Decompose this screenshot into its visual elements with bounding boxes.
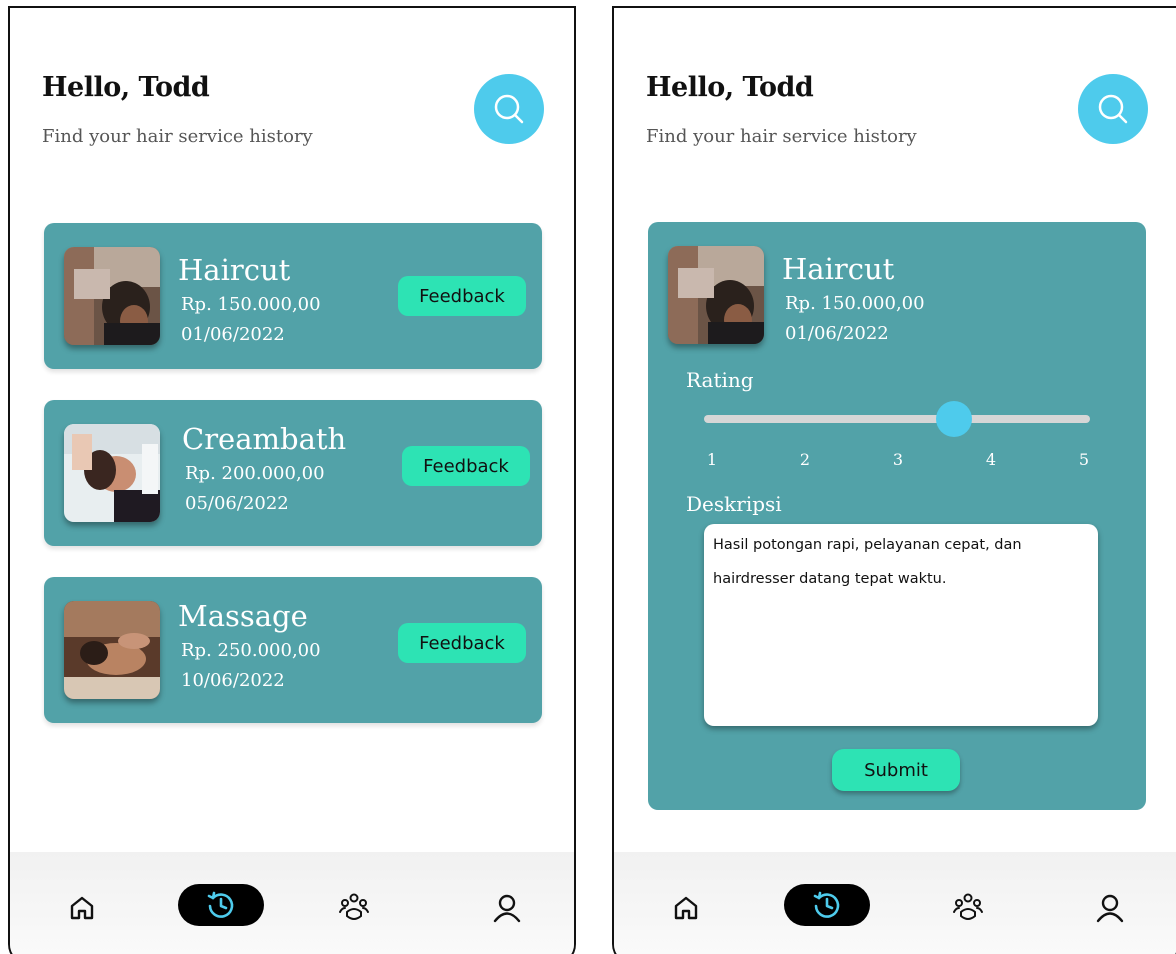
service-price: Rp. 150.000,00 bbox=[785, 293, 925, 314]
nav-home[interactable] bbox=[666, 888, 706, 928]
page-subtitle: Find your hair service history bbox=[42, 126, 313, 147]
description-textarea[interactable]: Hasil potongan rapi, pelayanan cepat, da… bbox=[704, 524, 1098, 726]
service-price: Rp. 150.000,00 bbox=[181, 294, 321, 315]
nav-community[interactable] bbox=[334, 888, 374, 928]
page-subtitle: Find your hair service history bbox=[646, 126, 917, 147]
rating-tick: 3 bbox=[892, 450, 904, 469]
history-icon bbox=[207, 891, 234, 918]
service-title: Haircut bbox=[782, 252, 895, 286]
service-card-massage: Massage Rp. 250.000,00 10/06/2022 Feedba… bbox=[44, 577, 542, 723]
greeting-heading: Hello, Todd bbox=[646, 72, 814, 103]
history-icon bbox=[813, 891, 840, 918]
feedback-screen: Hello, Todd Find your hair service histo… bbox=[612, 6, 1176, 954]
description-label: Deskripsi bbox=[686, 492, 782, 516]
feedback-button[interactable]: Feedback bbox=[398, 276, 526, 316]
service-date: 01/06/2022 bbox=[181, 324, 285, 345]
submit-button[interactable]: Submit bbox=[832, 749, 960, 791]
community-icon bbox=[339, 893, 369, 920]
rating-tick: 5 bbox=[1078, 450, 1090, 469]
service-title: Creambath bbox=[182, 422, 347, 456]
greeting-heading: Hello, Todd bbox=[42, 72, 210, 103]
service-title: Massage bbox=[178, 599, 308, 633]
service-price: Rp. 200.000,00 bbox=[185, 463, 325, 484]
nav-history[interactable] bbox=[178, 884, 264, 926]
service-title: Haircut bbox=[178, 253, 291, 287]
rating-label: Rating bbox=[686, 368, 754, 392]
community-icon bbox=[953, 893, 983, 920]
search-button[interactable] bbox=[474, 74, 544, 144]
search-button[interactable] bbox=[1078, 74, 1148, 144]
service-date: 10/06/2022 bbox=[181, 670, 285, 691]
search-icon bbox=[494, 94, 524, 124]
feedback-card: Haircut Rp. 150.000,00 01/06/2022 Rating… bbox=[648, 222, 1146, 810]
home-icon bbox=[70, 896, 94, 920]
rating-tick: 2 bbox=[799, 450, 811, 469]
feedback-button[interactable]: Feedback bbox=[398, 623, 526, 663]
home-icon bbox=[674, 896, 698, 920]
haircut-photo bbox=[64, 247, 160, 345]
massage-photo bbox=[64, 601, 160, 699]
service-card-haircut: Haircut Rp. 150.000,00 01/06/2022 Feedba… bbox=[44, 223, 542, 369]
bottom-navbar bbox=[10, 852, 574, 954]
creambath-photo bbox=[64, 424, 160, 522]
nav-profile[interactable] bbox=[1090, 888, 1130, 928]
profile-icon bbox=[493, 894, 521, 923]
nav-history[interactable] bbox=[784, 884, 870, 926]
service-date: 01/06/2022 bbox=[785, 323, 889, 344]
nav-community[interactable] bbox=[948, 888, 988, 928]
nav-profile[interactable] bbox=[487, 888, 527, 928]
profile-icon bbox=[1096, 894, 1124, 923]
service-price: Rp. 250.000,00 bbox=[181, 640, 321, 661]
haircut-photo bbox=[668, 246, 764, 344]
history-screen: Hello, Todd Find your hair service histo… bbox=[8, 6, 576, 954]
nav-home[interactable] bbox=[62, 888, 102, 928]
rating-tick: 1 bbox=[706, 450, 718, 469]
bottom-navbar bbox=[614, 852, 1176, 954]
service-date: 05/06/2022 bbox=[185, 493, 289, 514]
rating-tick: 4 bbox=[985, 450, 997, 469]
feedback-button[interactable]: Feedback bbox=[402, 446, 530, 486]
rating-slider-thumb[interactable] bbox=[935, 401, 972, 437]
service-card-creambath: Creambath Rp. 200.000,00 05/06/2022 Feed… bbox=[44, 400, 542, 546]
rating-slider-track[interactable] bbox=[704, 415, 1090, 423]
search-icon bbox=[1098, 94, 1128, 124]
